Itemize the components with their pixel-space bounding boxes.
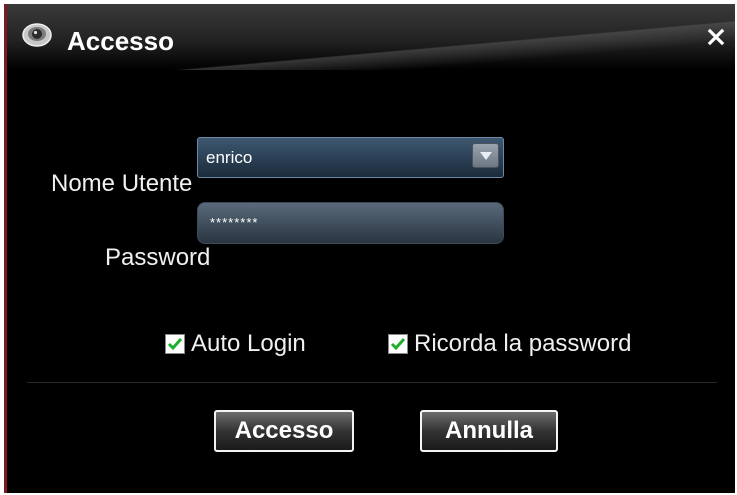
checkmark-icon [390, 338, 406, 351]
cancel-button[interactable]: Annulla [420, 410, 558, 452]
login-dialog: Accesso Nome Utente enrico Password ****… [0, 0, 737, 495]
password-value: ******** [210, 215, 259, 230]
auto-login-checkbox[interactable] [165, 334, 185, 354]
remember-password-label: Ricorda la password [414, 330, 632, 357]
webcam-icon [21, 22, 53, 48]
remember-password-option[interactable]: Ricorda la password [388, 330, 631, 358]
password-label: Password [105, 244, 211, 271]
login-button[interactable]: Accesso [214, 410, 354, 452]
dropdown-arrow-button[interactable] [472, 143, 499, 168]
auto-login-label: Auto Login [191, 330, 306, 357]
checkmark-icon [167, 338, 183, 351]
chevron-down-icon [480, 152, 492, 160]
dialog-frame: Accesso Nome Utente enrico Password ****… [4, 4, 735, 493]
close-button[interactable] [703, 24, 729, 50]
title-bar: Accesso [7, 4, 735, 70]
divider [27, 382, 717, 383]
password-field[interactable]: ******** [197, 202, 504, 244]
close-icon [707, 28, 725, 46]
dialog-title: Accesso [67, 26, 174, 56]
username-label: Nome Utente [51, 170, 193, 197]
username-value: enrico [206, 148, 253, 167]
auto-login-option[interactable]: Auto Login [165, 330, 306, 358]
username-dropdown[interactable]: enrico [197, 137, 504, 178]
remember-password-checkbox[interactable] [388, 334, 408, 354]
